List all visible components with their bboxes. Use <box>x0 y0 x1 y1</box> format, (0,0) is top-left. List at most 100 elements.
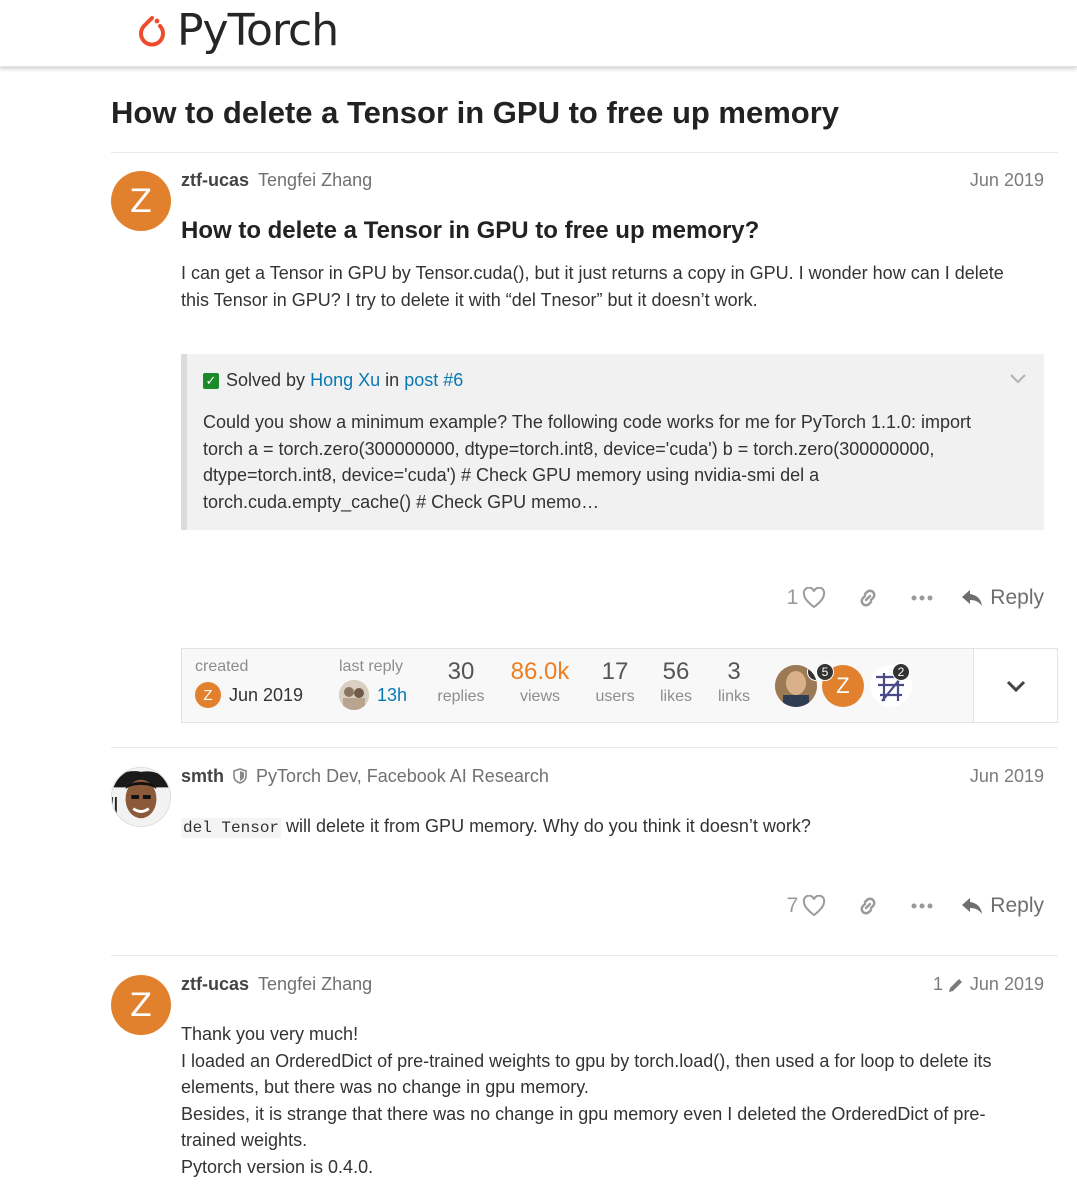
pytorch-flame-icon <box>139 16 165 47</box>
post-body-text: will delete it from GPU memory. Why do y… <box>281 816 811 836</box>
participant-avatar[interactable]: Z 5 <box>816 663 864 707</box>
avatar-letter: Z <box>836 673 850 698</box>
link-icon <box>860 897 876 915</box>
solved-prefix: Solved by <box>226 370 306 390</box>
post-actions: 1 Reply <box>757 586 1044 610</box>
created-label: created <box>195 658 249 675</box>
like-button[interactable]: 1 <box>787 586 827 610</box>
stat-likes: 56 likes <box>656 658 696 708</box>
heart-icon <box>803 587 826 609</box>
reply-button[interactable]: Reply <box>960 894 1044 918</box>
avatar[interactable]: Z <box>111 171 171 231</box>
post-body-line: Besides, it is strange that there was no… <box>181 1103 986 1124</box>
post-author: smth PyTorch Dev, Facebook AI Research <box>181 766 549 787</box>
post-author: ztf-ucas Tengfei Zhang <box>181 170 372 191</box>
post-body: Thank you very much! I loaded an Ordered… <box>181 1021 1051 1180</box>
divider <box>111 747 1058 748</box>
post-author: ztf-ucas Tengfei Zhang <box>181 974 372 995</box>
post-body-line: Pytorch version is 0.4.0. <box>181 1156 374 1177</box>
pencil-icon <box>949 978 962 992</box>
post-body: I can get a Tensor in GPU by Tensor.cuda… <box>181 260 1051 313</box>
post-date[interactable]: Jun 2019 <box>970 974 1044 995</box>
last-reply-label: last reply <box>339 658 404 675</box>
post-body-line: I can get a Tensor in GPU by Tensor.cuda… <box>181 263 1004 283</box>
topic-title[interactable]: How to delete a Tensor in GPU to free up… <box>111 95 839 131</box>
avatar[interactable]: Z <box>111 975 171 1035</box>
stat-replies: 30 replies <box>434 658 488 708</box>
avatar <box>339 680 369 710</box>
solution-excerpt-line: Could you show a minimum example? The fo… <box>203 412 971 432</box>
chevron-down-icon[interactable] <box>1006 368 1030 388</box>
solution-excerpt[interactable]: Could you show a minimum example? The fo… <box>203 409 1033 515</box>
post-body-line: Thank you very much! <box>181 1024 359 1044</box>
post-actions: 7 Reply <box>757 894 1044 918</box>
chevron-down-icon <box>1006 680 1025 692</box>
participant-avatar[interactable]: 2 <box>870 663 912 707</box>
username[interactable]: ztf-ucas <box>181 170 249 190</box>
username[interactable]: smth <box>181 766 224 786</box>
like-button[interactable]: 7 <box>787 894 827 918</box>
post-date[interactable]: Jun 2019 <box>970 766 1044 787</box>
avatar-letter: Z <box>130 986 152 1024</box>
stat-label: links <box>717 688 750 705</box>
share-link-button[interactable] <box>856 586 880 610</box>
topic-map: created Z Jun 2019 last reply 13h 30 repl… <box>181 648 1058 723</box>
stat-label: likes <box>659 688 692 705</box>
post-heading: How to delete a Tensor in GPU to free up… <box>181 217 760 244</box>
username[interactable]: ztf-ucas <box>181 974 249 994</box>
participant-count: 5 <box>816 663 834 681</box>
full-name[interactable]: Tengfei Zhang <box>258 170 372 190</box>
like-count: 1 <box>786 586 799 609</box>
last-reply-info[interactable]: last reply 13h <box>339 658 407 710</box>
site-header: PyTorch <box>0 0 1077 67</box>
stat-label: replies <box>437 688 485 705</box>
stat-value: 30 <box>447 658 475 685</box>
solution-author-link[interactable]: Hong Xu <box>310 370 380 391</box>
avatar-letter: Z <box>203 686 213 704</box>
solution-excerpt-line: torch.cuda.empty_cache() # Check GPU mem… <box>203 491 600 512</box>
reply-button[interactable]: Reply <box>960 586 1044 610</box>
edit-history-button[interactable]: 1 <box>933 974 965 995</box>
reply-label: Reply <box>990 894 1044 917</box>
avatar: Z <box>195 682 221 708</box>
inline-code: del Tensor <box>181 818 282 838</box>
share-link-button[interactable] <box>856 894 880 918</box>
post-body-line: elements, but there was no change in gpu… <box>181 1077 589 1097</box>
reply-icon <box>962 590 983 606</box>
post-date[interactable]: Jun 2019 <box>970 170 1044 191</box>
more-options-button[interactable] <box>910 594 934 602</box>
stat-label: users <box>595 688 635 705</box>
participant-count: 2 <box>892 663 910 681</box>
site-name: PyTorch <box>177 4 339 56</box>
stat-value: 17 <box>601 658 629 685</box>
stat-views: 86.0k views <box>506 658 574 708</box>
checkbox-icon: ✓ <box>203 372 219 389</box>
solved-in: in <box>385 370 400 390</box>
stat-value: 3 <box>727 658 741 685</box>
avatar-letter: Z <box>130 182 152 220</box>
more-options-button[interactable] <box>910 902 934 910</box>
link-icon <box>860 589 876 607</box>
stat-value: 56 <box>662 658 690 685</box>
ellipsis-icon <box>911 903 933 909</box>
post-body-line: this Tensor in GPU? I try to delete it w… <box>181 289 758 310</box>
divider <box>111 152 1058 153</box>
site-logo[interactable]: PyTorch <box>135 2 339 58</box>
avatar[interactable] <box>111 767 171 827</box>
solution-post-link[interactable]: post #6 <box>404 370 463 391</box>
solution-excerpt-line: torch a = torch.zero(300000000, dtype=to… <box>203 438 935 459</box>
reply-label: Reply <box>990 586 1044 609</box>
divider <box>111 955 1058 956</box>
post-body-line: trained weights. <box>181 1130 308 1150</box>
stat-links: 3 links <box>714 658 754 708</box>
solved-box: ✓ Solved by Hong Xu in post #6 Could you… <box>181 354 1044 530</box>
full-name[interactable]: Tengfei Zhang <box>258 974 372 994</box>
ellipsis-icon <box>911 595 933 601</box>
created-date: Jun 2019 <box>229 684 304 705</box>
user-title[interactable]: PyTorch Dev, Facebook AI Research <box>256 766 549 786</box>
created-info[interactable]: created Z Jun 2019 <box>195 658 303 708</box>
participant-avatar[interactable]: 7 <box>775 665 817 707</box>
expand-topic-map-button[interactable] <box>973 649 1057 722</box>
post-body: del Tensor will delete it from GPU memor… <box>181 813 1051 842</box>
reply-icon <box>962 898 983 914</box>
